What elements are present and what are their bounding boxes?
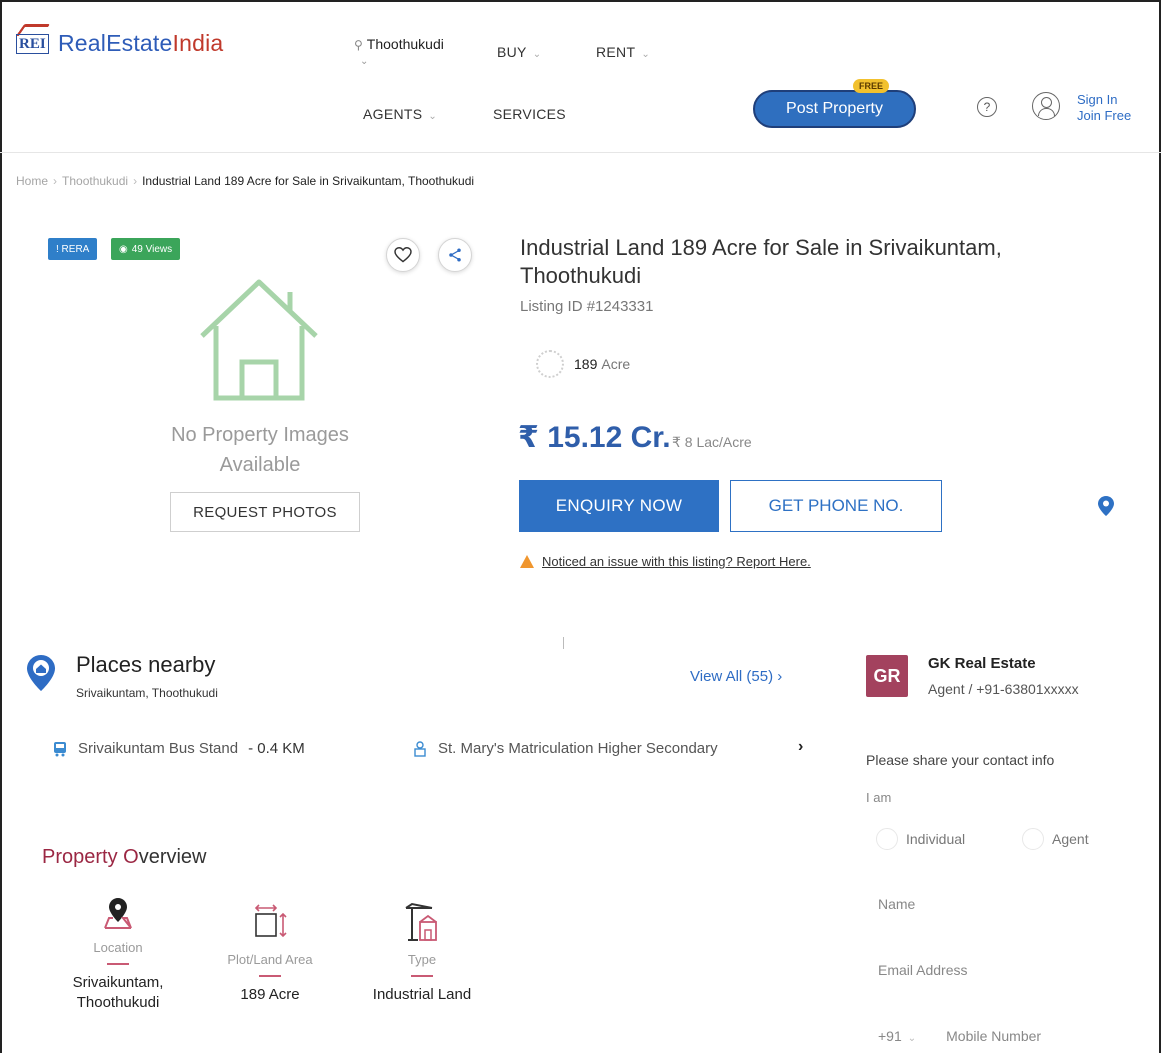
area-summary: 189 Acre (536, 350, 630, 378)
site-logo[interactable]: REI RealEstateIndia (15, 24, 224, 58)
view-all-places-link[interactable]: View All (55) › (690, 668, 782, 685)
area-icon (536, 350, 564, 378)
join-free-label: Join Free (1077, 108, 1132, 123)
breadcrumb: Home › Thoothukudi › Industrial Land 189 Acr… (16, 174, 475, 188)
logo-mark-icon: REI (15, 24, 51, 58)
chevron-down-icon: ⌄ (428, 111, 438, 122)
overview-label: Location (93, 940, 143, 955)
site-header: REI RealEstateIndia ⚲ Thoothukudi ⌄ BUY ⌄ … (2, 2, 1159, 154)
header-divider (0, 152, 1161, 153)
overview-value: 189 Acre (240, 986, 300, 1003)
bus-icon (54, 741, 66, 756)
sign-in-link[interactable]: Sign In Join Free (1077, 92, 1131, 124)
place-distance: - 0.4 KM (248, 740, 305, 757)
mobile-number-field[interactable]: Mobile Number (946, 1028, 1041, 1044)
divider-mark (563, 637, 564, 649)
logo-text: RealEstateIndia (58, 29, 224, 56)
place-name: St. Mary's Matriculation Higher Secondar… (438, 740, 718, 757)
breadcrumb-city[interactable]: Thoothukudi (62, 174, 128, 188)
area-icon (254, 904, 287, 938)
user-icon[interactable] (1032, 92, 1060, 120)
report-issue-link[interactable]: Noticed an issue with this listing? Repo… (520, 554, 811, 569)
radio-circle (1022, 828, 1044, 850)
individual-radio[interactable]: Individual (876, 828, 965, 850)
chevron-down-icon: ⌄ (641, 49, 650, 60)
price: ₹ 15.12 Cr. (518, 421, 671, 454)
overview-value: Srivaikuntam, (72, 974, 164, 991)
city-selector[interactable]: ⚲ Thoothukudi ⌄ (354, 36, 444, 67)
places-next-button[interactable]: › (798, 738, 803, 756)
chevron-down-icon: ⌄ (360, 56, 369, 67)
overview-label: Type (407, 952, 437, 967)
place-item: St. Mary's Matriculation Higher Secondar… (412, 740, 718, 757)
agent-subtitle: Agent / +91-63801xxxxx (928, 681, 1079, 697)
location-pin-icon (104, 898, 132, 929)
overview-type: Type Industrial Land (360, 892, 484, 1005)
i-am-label: I am (866, 790, 892, 805)
price-per-unit: ₹ 8 Lac/Acre (672, 434, 752, 450)
school-icon (414, 740, 426, 757)
post-property-button[interactable]: Post Property (753, 90, 916, 128)
rera-badge: ! RERA (48, 238, 98, 260)
radio-label: Agent (1052, 831, 1089, 847)
name-field[interactable]: Name (878, 896, 915, 912)
chevron-down-icon: ⌄ (907, 1033, 917, 1044)
overview-label: Plot/Land Area (227, 952, 313, 967)
free-badge: FREE (853, 79, 890, 93)
help-icon[interactable]: ? (977, 97, 997, 117)
page-frame-left (0, 0, 2, 1053)
nav-services[interactable]: SERVICES (493, 106, 566, 122)
request-photos-button[interactable]: REQUEST PHOTOS (170, 492, 360, 532)
share-button[interactable] (438, 238, 472, 272)
enquiry-now-button[interactable]: ENQUIRY NOW (519, 480, 719, 532)
nav-agents[interactable]: AGENTS ⌄ (363, 106, 437, 122)
places-subtitle: Srivaikuntam, Thoothukudi (76, 686, 218, 700)
overview-area: Plot/Land Area 189 Acre (205, 892, 335, 1005)
chevron-down-icon: ⌄ (532, 49, 542, 60)
place-name: Srivaikuntam Bus Stand (78, 740, 239, 757)
radio-label: Individual (906, 831, 966, 847)
map-pin-icon[interactable] (1098, 496, 1114, 516)
listing-title: Industrial Land 189 Acre for Sale in Sri… (520, 235, 1002, 288)
overview-location: Location Srivaikuntam, Thoothukudi (58, 880, 178, 1013)
mobile-field-row: +91 ⌄ Mobile Number (878, 1028, 1041, 1044)
eye-icon: ◉ (119, 243, 128, 255)
email-field[interactable]: Email Address (878, 962, 967, 978)
contact-prompt: Please share your contact info (866, 752, 1055, 768)
favorite-button[interactable] (386, 238, 420, 272)
industrial-icon (405, 902, 437, 941)
overview-title: Property Overview (42, 846, 207, 868)
warning-icon (520, 555, 534, 568)
nav-rent[interactable]: RENT ⌄ (596, 44, 650, 60)
no-images-message: No Property Images Available (171, 424, 349, 476)
city-label: Thoothukudi (366, 36, 444, 52)
places-location-icon (27, 655, 55, 691)
share-icon (449, 248, 461, 262)
breadcrumb-current: Industrial Land 189 Acre for Sale in Sri… (142, 174, 475, 188)
sign-in-label: Sign In (1077, 92, 1118, 107)
agent-radio[interactable]: Agent (1022, 828, 1089, 850)
place-item: Srivaikuntam Bus Stand - 0.4 KM (52, 740, 305, 757)
nav-buy[interactable]: BUY ⌄ (497, 44, 541, 60)
location-pin-icon: ⚲ (354, 38, 363, 52)
breadcrumb-home[interactable]: Home (16, 174, 48, 188)
logo-code: REI (16, 34, 49, 54)
get-phone-button[interactable]: GET PHONE NO. (730, 480, 942, 532)
places-title: Places nearby (76, 652, 216, 677)
overview-value: Industrial Land (372, 986, 472, 1003)
house-placeholder-icon (200, 279, 318, 401)
overview-value: Thoothukudi (76, 994, 160, 1011)
radio-circle (876, 828, 898, 850)
agent-avatar: GR (866, 655, 908, 697)
heart-icon (394, 247, 412, 263)
listing-id: Listing ID #1243331 (520, 298, 654, 315)
report-text: Noticed an issue with this listing? Repo… (542, 554, 811, 569)
views-badge: ◉ 49 Views (111, 238, 181, 260)
country-code-select[interactable]: +91 ⌄ (878, 1028, 916, 1044)
agent-name: GK Real Estate (928, 655, 1036, 672)
